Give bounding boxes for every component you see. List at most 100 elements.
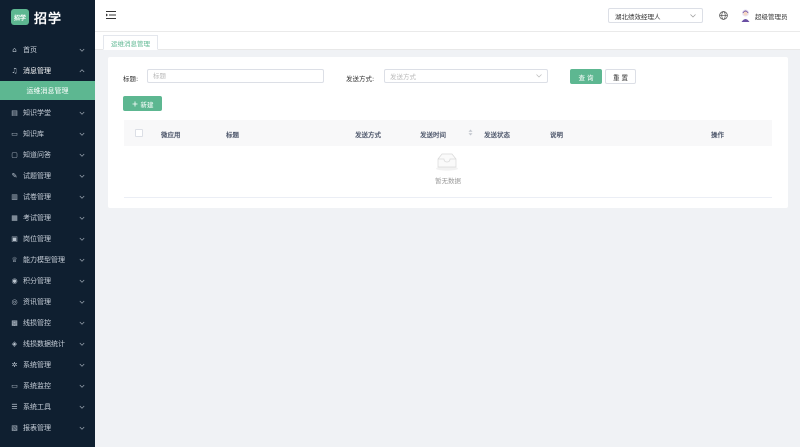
language-globe-icon[interactable] [719, 11, 728, 20]
chevron-down-icon [79, 426, 85, 430]
logo-mark: 招学 [11, 9, 29, 25]
chevron-down-icon [79, 132, 85, 136]
menu-collapse-icon[interactable] [106, 10, 116, 20]
sidebar-item[interactable]: ▩ 线损管控 [0, 312, 95, 333]
chevron-up-icon [79, 68, 85, 72]
col-title: 标题 [226, 131, 239, 139]
query-button-label: 查 询 [578, 73, 594, 82]
col-description: 说明 [550, 131, 563, 139]
sidebar-item-label: 知道问答 [23, 150, 51, 159]
sidebar-item-label: 系统工具 [23, 402, 51, 411]
gear-icon: ✲ [11, 360, 18, 369]
sidebar-subitem-active[interactable]: 运维消息管理 [0, 81, 95, 100]
reset-button-label: 重 置 [612, 73, 629, 82]
top-header: 湖北绩效经理人 超级管理员 [95, 0, 800, 32]
chevron-down-icon [79, 300, 85, 304]
sidebar-item[interactable]: ▤ 知识学堂 [0, 102, 95, 123]
user-menu[interactable]: 超级管理员 [740, 9, 788, 22]
sidebar-item-label: 线损数据统计 [23, 339, 65, 348]
col-send-method: 发送方式 [355, 131, 381, 139]
sidebar-item-label: 消息管理 [23, 66, 51, 75]
sidebar-item[interactable]: ▣ 岗位管理 [0, 228, 95, 249]
sidebar-item-label: 岗位管理 [23, 234, 51, 243]
title-input[interactable] [147, 69, 324, 83]
user-name: 超级管理员 [755, 12, 788, 21]
tab-ops-message[interactable]: 运维消息管理 [103, 35, 158, 50]
sidebar-item[interactable]: ▭ 知识库 [0, 123, 95, 144]
chevron-down-icon [79, 237, 85, 241]
sidebar-item-label: 能力模型管理 [23, 255, 65, 264]
trophy-icon: ♕ [11, 255, 18, 264]
report-icon: ▧ [11, 423, 18, 432]
reset-button[interactable]: 重 置 [605, 69, 636, 84]
sidebar-item[interactable]: ✎ 试题管理 [0, 165, 95, 186]
title-label: 标题: [123, 75, 139, 83]
sidebar-item[interactable]: ▭ 系统监控 [0, 375, 95, 396]
sidebar-item[interactable]: ◉ 积分管理 [0, 270, 95, 291]
avatar [741, 9, 750, 22]
add-button-label: 新建 [140, 100, 154, 109]
chevron-down-icon [79, 111, 85, 115]
sidebar-item[interactable]: ◈ 线损数据统计 [0, 333, 95, 354]
chevron-down-icon [79, 384, 85, 388]
chevron-down-icon [536, 74, 542, 78]
chevron-down-icon [79, 174, 85, 178]
paper-icon: ▥ [11, 192, 18, 201]
chevron-down-icon [79, 363, 85, 367]
stats-icon: ◈ [11, 339, 18, 348]
message-table: 微应用 标题 发送方式 发送时间 发送状态 说明 操作 暂无数据 [124, 120, 772, 198]
book-icon: ▤ [11, 108, 18, 117]
col-actions: 操作 [711, 131, 724, 139]
sidebar-item-label: 试题管理 [23, 171, 51, 180]
edit-icon: ✎ [11, 171, 18, 180]
sidebar-item-label: 系统管理 [23, 360, 51, 369]
org-select[interactable]: 湖北绩效经理人 [608, 8, 703, 23]
method-select-placeholder: 发送方式 [390, 73, 416, 81]
sidebar-item[interactable]: ▥ 试卷管理 [0, 186, 95, 207]
sidebar-item[interactable]: ✲ 系统管理 [0, 354, 95, 375]
sidebar-item[interactable]: ♕ 能力模型管理 [0, 249, 95, 270]
sidebar-item[interactable]: ⌂ 首页 [0, 39, 95, 60]
sidebar-item[interactable]: ☰ 系统工具 [0, 396, 95, 417]
sidebar-item-label: 积分管理 [23, 276, 51, 285]
col-micro-app: 微应用 [161, 131, 181, 139]
chevron-down-icon [79, 195, 85, 199]
sidebar-item-label: 资讯管理 [23, 297, 51, 306]
sidebar-item-label: 系统监控 [23, 381, 51, 390]
tab-bar: 运维消息管理 [95, 32, 800, 50]
content-card: 标题: 发送方式: 发送方式 查 询 重 置 新建 微应用 标题 发送方式 发送… [108, 57, 788, 208]
method-label: 发送方式: [346, 75, 375, 83]
sidebar-item-label: 知识学堂 [23, 108, 51, 117]
chevron-down-icon [690, 13, 696, 17]
points-icon: ◉ [11, 276, 18, 285]
chevron-down-icon [79, 342, 85, 346]
table-empty: 暂无数据 [124, 146, 772, 198]
method-select[interactable]: 发送方式 [384, 69, 548, 83]
chevron-down-icon [79, 153, 85, 157]
sidebar-item-label: 考试管理 [23, 213, 51, 222]
sidebar-item-label: 首页 [23, 45, 37, 54]
app-logo[interactable]: 招学 招学 [0, 0, 95, 34]
chevron-down-icon [79, 258, 85, 262]
sidebar-item[interactable]: ▢ 知道问答 [0, 144, 95, 165]
plus-icon [132, 101, 137, 106]
chevron-down-icon [79, 321, 85, 325]
chevron-down-icon [79, 216, 85, 220]
sidebar-item-label: 报表管理 [23, 423, 51, 432]
control-icon: ▩ [11, 318, 18, 327]
sidebar-item[interactable]: ▧ 报表管理 [0, 417, 95, 438]
sidebar-item[interactable]: ▦ 考试管理 [0, 207, 95, 228]
col-send-time[interactable]: 发送时间 [420, 129, 446, 139]
sort-icon[interactable] [468, 129, 473, 136]
select-all-checkbox[interactable] [135, 129, 143, 137]
bell-icon: ♫ [11, 66, 18, 75]
add-button[interactable]: 新建 [123, 96, 162, 111]
sidebar-item[interactable]: ◎ 资讯管理 [0, 291, 95, 312]
sidebar-item[interactable]: ♫ 消息管理 [0, 60, 95, 81]
sidebar-menu: ⌂ 首页 ♫ 消息管理运维消息管理 ▤ 知识学堂 ▭ 知识库 ▢ 知道问答 ✎ 试题管理 ▥ 试卷管理 ▦ 考… [0, 39, 95, 438]
sidebar-item-label: 试卷管理 [23, 192, 51, 201]
col-send-status: 发送状态 [484, 131, 510, 139]
query-button[interactable]: 查 询 [570, 69, 602, 84]
chevron-down-icon [79, 48, 85, 52]
monitor-icon: ▭ [11, 381, 18, 390]
